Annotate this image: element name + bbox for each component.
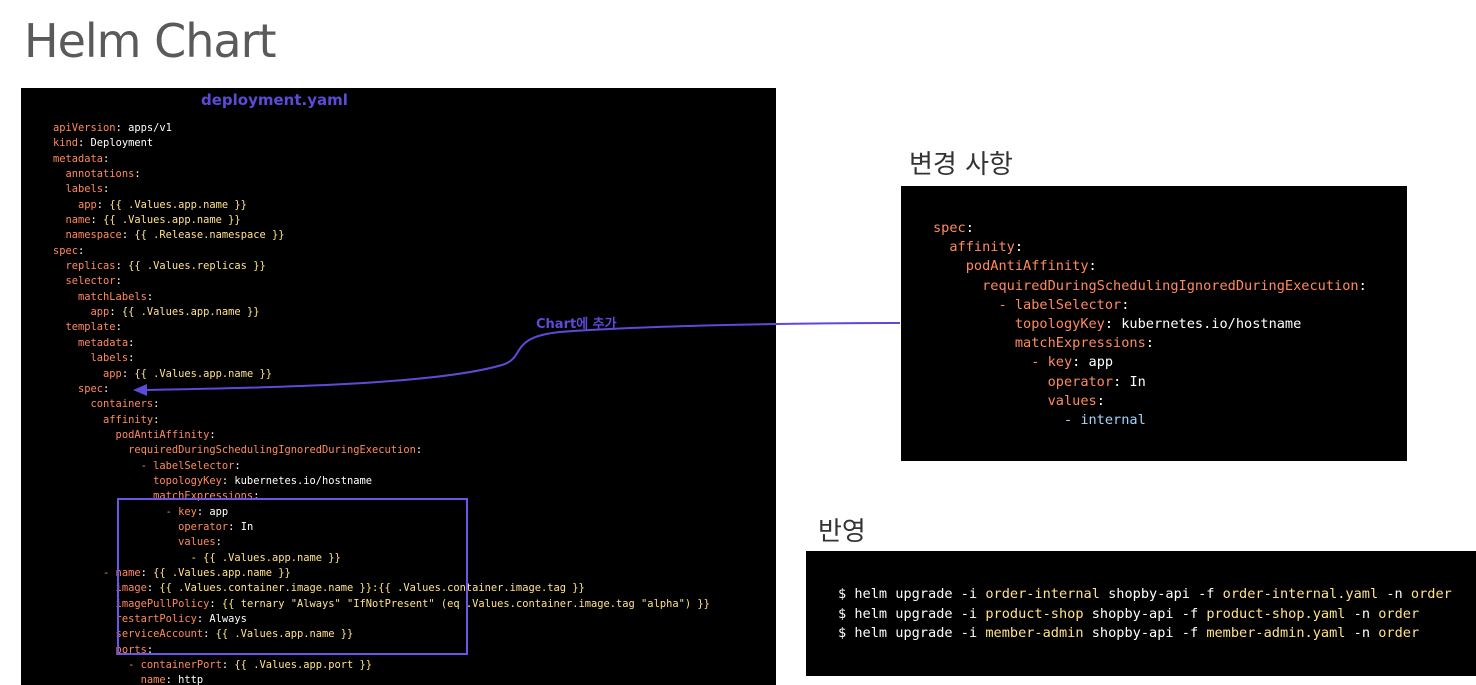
yaml-key: affinity — [933, 239, 1015, 256]
command-chart: shopby-api -f — [1083, 605, 1207, 622]
code-line: requiredDuringSchedulingIgnoredDuringExe… — [933, 277, 1367, 294]
code-line: podAntiAffinity: — [933, 258, 1097, 275]
yaml-key: topologyKey — [933, 316, 1105, 333]
add-to-chart-label: Chart에 추가 — [536, 317, 617, 332]
command-ns: -n — [1378, 586, 1411, 602]
yaml-key: - key — [933, 354, 1073, 371]
code-line: affinity: — [933, 239, 1024, 256]
code-line: - key: app — [933, 354, 1114, 371]
apply-title: 반영 — [818, 517, 866, 547]
apply-commands: $ helm upgrade -i order-internal shopby-… — [838, 585, 1452, 644]
apply-panel: $ helm upgrade -i order-internal shopby-… — [806, 551, 1476, 676]
code-line: - labelSelector: — [933, 296, 1130, 313]
command-release: product-shop — [985, 605, 1084, 622]
code-line: spec: — [933, 220, 974, 236]
changes-code: spec: affinity: podAntiAffinity: require… — [933, 219, 1367, 430]
yaml-key: podAntiAffinity — [933, 258, 1089, 275]
code-line: operator: In — [933, 373, 1146, 390]
command-values: product-shop.yaml — [1206, 605, 1346, 622]
yaml-key: operator — [933, 373, 1114, 390]
command-prompt: $ helm upgrade -i — [838, 605, 986, 622]
yaml-key: - labelSelector — [933, 296, 1122, 313]
command-values: member-admin.yaml — [1206, 625, 1346, 642]
command-chart: shopby-api -f — [1099, 586, 1223, 602]
command-namespace: order — [1378, 625, 1420, 642]
code-line: - internal — [933, 411, 1367, 430]
yaml-key: requiredDuringSchedulingIgnoredDuringExe… — [933, 277, 1359, 294]
yaml-key: spec — [933, 220, 966, 236]
command-values: order-internal.yaml — [1222, 586, 1379, 602]
command-chart: shopby-api -f — [1083, 625, 1207, 642]
code-line: topologyKey: kubernetes.io/hostname — [933, 316, 1302, 333]
command-ns: -n — [1345, 605, 1379, 622]
yaml-value: app — [1088, 354, 1114, 371]
command-prompt: $ helm upgrade -i — [838, 625, 986, 642]
helm-command: $ helm upgrade -i member-admin shopby-ap… — [838, 624, 1452, 644]
command-release: member-admin — [985, 625, 1084, 642]
code-line: matchExpressions: — [933, 335, 1154, 352]
yaml-value: kubernetes.io/hostname — [1121, 316, 1302, 333]
yaml-value: In — [1129, 373, 1146, 390]
yaml-key: matchExpressions — [933, 335, 1146, 352]
helm-command: $ helm upgrade -i product-shop shopby-ap… — [838, 605, 1452, 625]
command-ns: -n — [1345, 625, 1379, 642]
command-release: order-internal — [985, 586, 1100, 602]
command-namespace: order — [1410, 586, 1452, 602]
yaml-value: - internal — [933, 412, 1146, 429]
changes-title: 변경 사항 — [909, 150, 1013, 180]
code-line: values: — [933, 392, 1105, 409]
command-prompt: $ helm upgrade -i — [838, 586, 986, 602]
changes-panel: spec: affinity: podAntiAffinity: require… — [901, 186, 1407, 461]
yaml-key: values — [933, 392, 1097, 409]
command-namespace: order — [1378, 605, 1420, 622]
helm-command: $ helm upgrade -i order-internal shopby-… — [838, 585, 1452, 605]
